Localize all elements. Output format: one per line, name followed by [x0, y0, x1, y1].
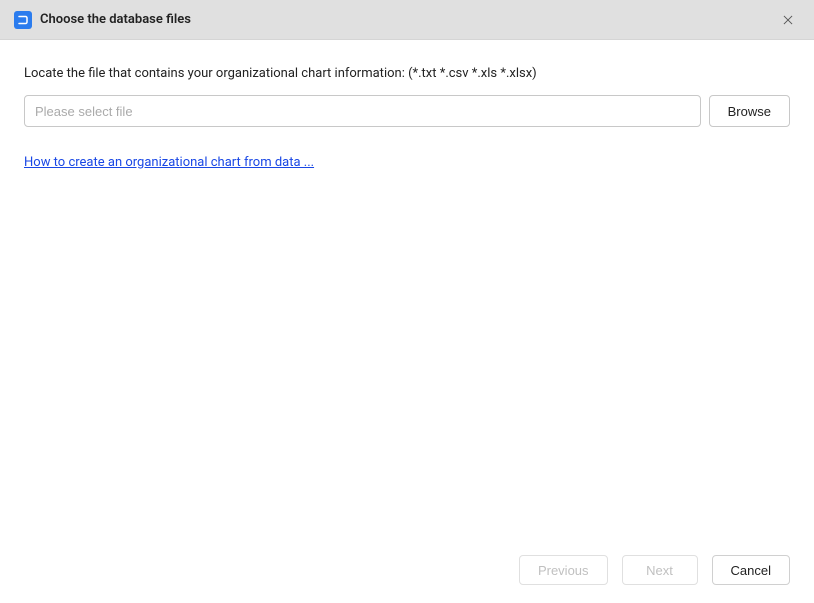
dialog-title: Choose the database files — [40, 12, 191, 27]
close-button[interactable] — [774, 6, 802, 34]
help-link[interactable]: How to create an organizational chart fr… — [24, 155, 314, 170]
file-path-input[interactable] — [24, 95, 701, 127]
browse-button[interactable]: Browse — [709, 95, 790, 127]
titlebar: Choose the database files — [0, 0, 814, 40]
content-area: Locate the file that contains your organ… — [0, 40, 814, 539]
cancel-button[interactable]: Cancel — [712, 555, 790, 585]
instruction-text: Locate the file that contains your organ… — [24, 66, 790, 81]
next-button[interactable]: Next — [622, 555, 698, 585]
footer: Previous Next Cancel — [0, 539, 814, 603]
previous-button[interactable]: Previous — [519, 555, 608, 585]
file-picker-row: Browse — [24, 95, 790, 127]
app-icon — [14, 11, 32, 29]
titlebar-left: Choose the database files — [14, 11, 191, 29]
